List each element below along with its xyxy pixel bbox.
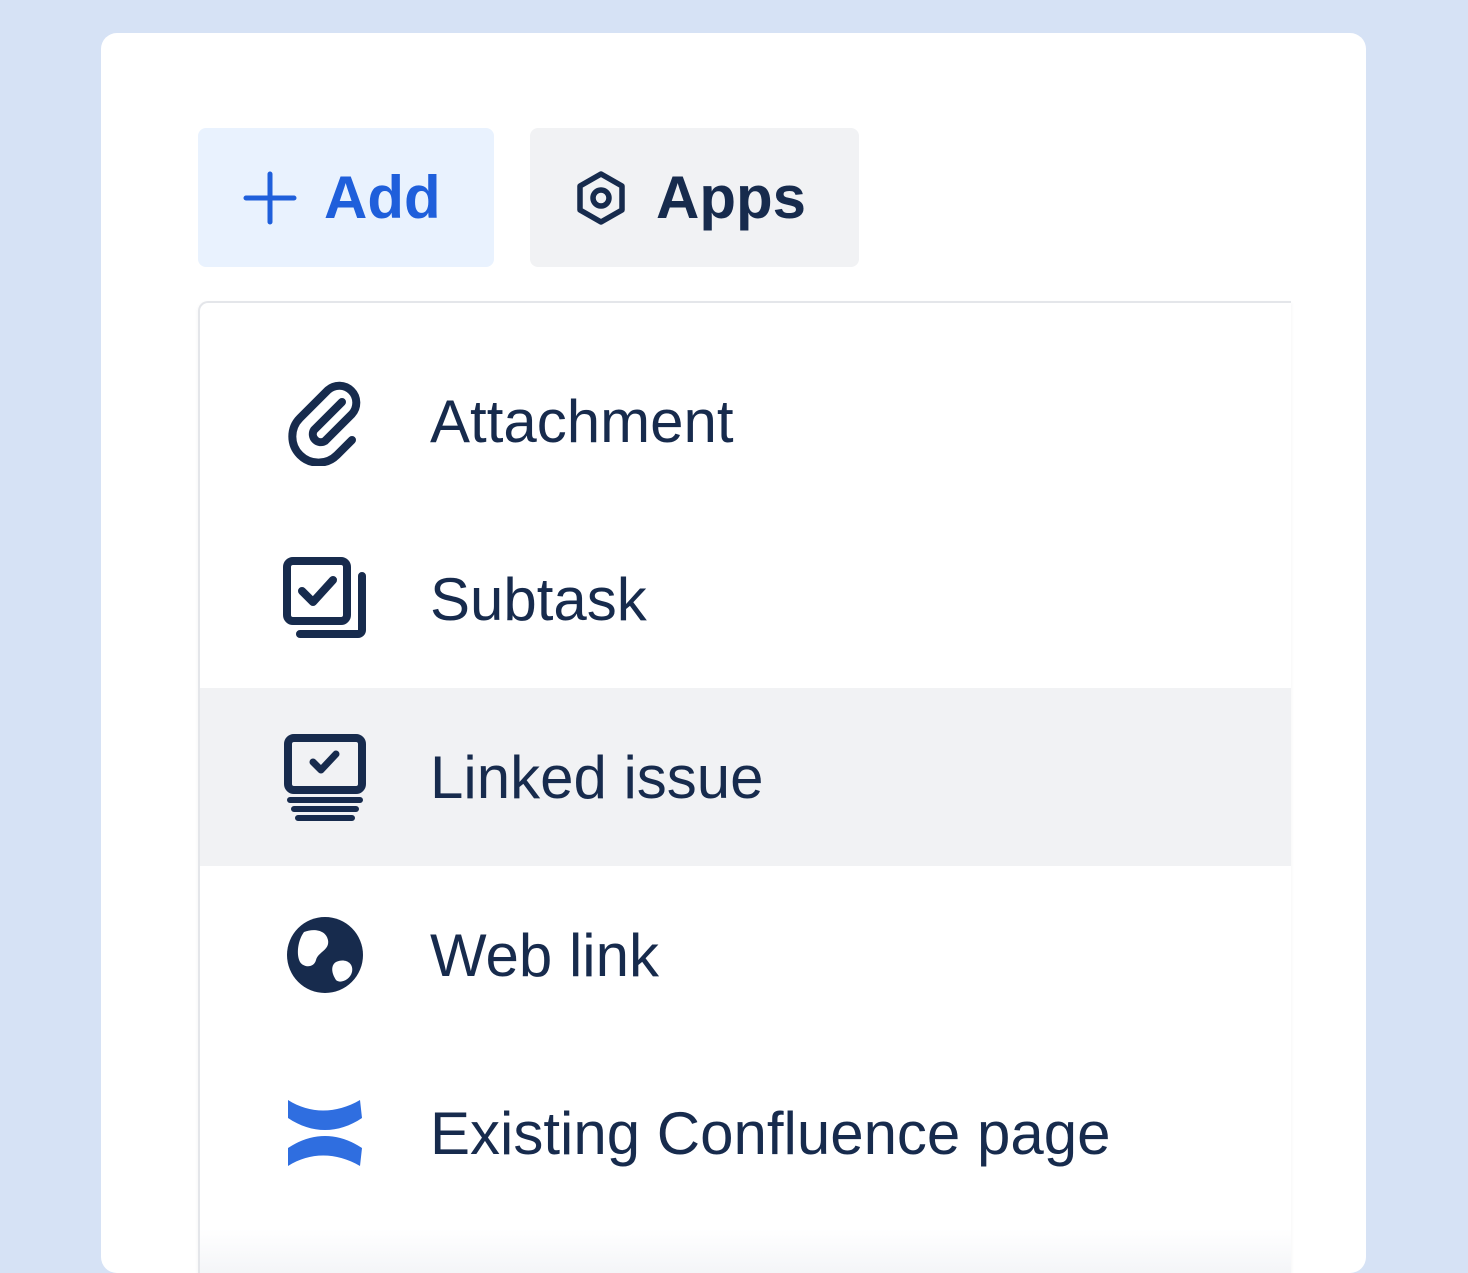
menu-item-linked-issue[interactable]: Linked issue — [200, 688, 1291, 866]
menu-scroll-fade — [200, 1229, 1291, 1273]
subtask-icon — [280, 554, 370, 644]
paperclip-icon — [280, 376, 370, 466]
menu-item-label: Linked issue — [430, 743, 764, 811]
menu-item-web-link[interactable]: Web link — [200, 866, 1291, 1044]
linked-issue-icon — [280, 732, 370, 822]
globe-icon — [280, 910, 370, 1000]
menu-item-label: Subtask — [430, 565, 647, 633]
add-menu-list: Attachment Subtask Linked issue Web link… — [200, 332, 1291, 1222]
menu-item-label: Existing Confluence page — [430, 1099, 1111, 1167]
apps-button[interactable]: Apps — [530, 128, 859, 267]
plus-icon — [242, 170, 298, 226]
menu-item-subtask[interactable]: Subtask — [200, 510, 1291, 688]
confluence-icon — [280, 1088, 370, 1178]
toolbar: Add Apps — [198, 128, 859, 267]
menu-item-label: Attachment — [430, 387, 734, 455]
menu-item-confluence-page[interactable]: Existing Confluence page — [200, 1044, 1291, 1222]
add-menu-dropdown: Attachment Subtask Linked issue Web link… — [198, 301, 1291, 1273]
menu-item-attachment[interactable]: Attachment — [200, 332, 1291, 510]
issue-actions-panel: Add Apps Attachment Subtask Linked issue… — [101, 33, 1366, 1273]
menu-item-label: Web link — [430, 921, 659, 989]
apps-button-label: Apps — [656, 164, 806, 231]
apps-hexagon-icon — [574, 170, 628, 226]
add-button[interactable]: Add — [198, 128, 494, 267]
add-button-label: Add — [324, 164, 441, 231]
